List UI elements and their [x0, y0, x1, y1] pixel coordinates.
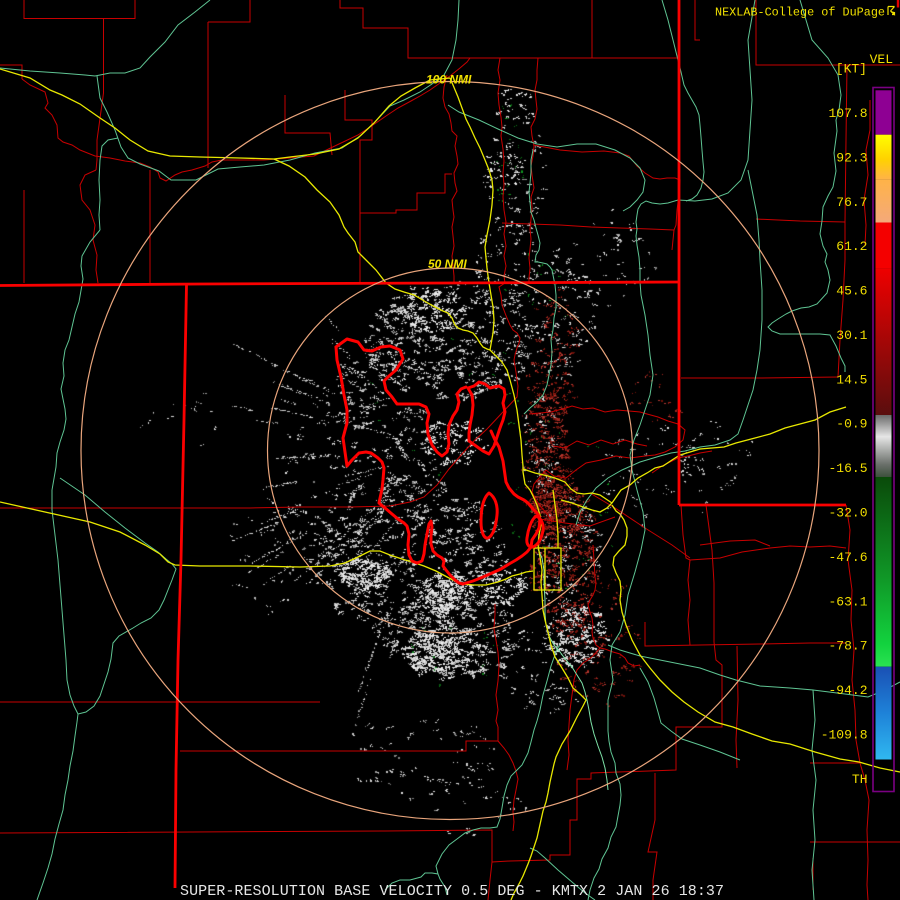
svg-text:NEXLAB-College of DuPage: NEXLAB-College of DuPage [715, 6, 885, 20]
svg-text:107.8: 107.8 [828, 106, 867, 121]
svg-text:-63.1: -63.1 [828, 594, 867, 609]
svg-text:-0.9: -0.9 [836, 417, 867, 432]
svg-text:-78.7: -78.7 [828, 639, 867, 654]
svg-text:TH: TH [852, 772, 868, 787]
svg-text:-47.6: -47.6 [828, 550, 867, 565]
svg-text:100 NMI: 100 NMI [426, 73, 472, 87]
svg-text:-16.5: -16.5 [828, 461, 867, 476]
svg-text:61.2: 61.2 [836, 239, 867, 254]
svg-text:SUPER-RESOLUTION BASE VELOCITY: SUPER-RESOLUTION BASE VELOCITY 0.5 DEG -… [180, 883, 724, 900]
svg-text:45.6: 45.6 [836, 284, 867, 299]
svg-text:[KT]: [KT] [836, 62, 867, 77]
svg-text:-32.0: -32.0 [828, 506, 867, 521]
svg-text:30.1: 30.1 [836, 328, 867, 343]
svg-text:14.5: 14.5 [836, 372, 867, 387]
svg-text:76.7: 76.7 [836, 195, 867, 210]
svg-text:-94.2: -94.2 [828, 683, 867, 698]
svg-text:92.3: 92.3 [836, 150, 867, 165]
svg-text:50 NMI: 50 NMI [428, 257, 467, 271]
svg-text:VEL: VEL [870, 52, 893, 67]
svg-text:-109.8: -109.8 [821, 727, 868, 742]
